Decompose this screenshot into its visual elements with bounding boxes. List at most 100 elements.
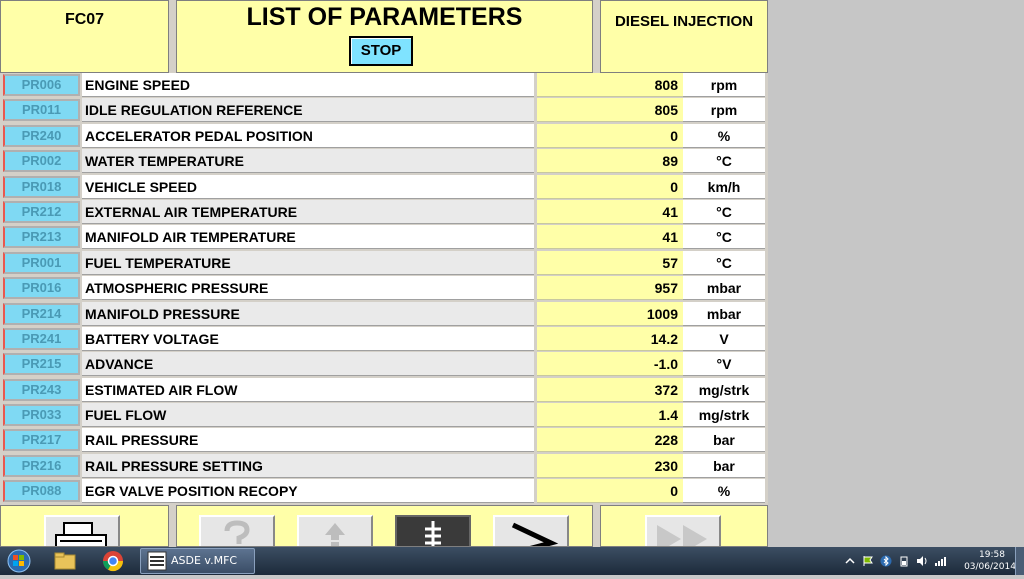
parameter-row: PR002 WATER TEMPERATURE 89 °C — [0, 149, 768, 174]
clock-date[interactable]: 03/06/2014 — [960, 562, 1020, 572]
parameter-code-button[interactable]: PR006 — [3, 74, 80, 96]
fast-forward-button[interactable] — [645, 515, 721, 546]
show-hidden-icons-button[interactable] — [844, 554, 856, 566]
parameter-name: EGR VALVE POSITION RECOPY — [82, 479, 534, 504]
help-button[interactable] — [199, 515, 275, 546]
parameter-row: PR216 RAIL PRESSURE SETTING 230 bar — [0, 453, 768, 479]
action-center-icon — [863, 556, 873, 566]
volume-icon — [917, 556, 927, 566]
parameter-name: ADVANCE — [82, 352, 534, 377]
parameter-code-button[interactable]: PR213 — [3, 226, 80, 249]
network-icon — [935, 557, 946, 566]
chrome-taskbar-button[interactable] — [96, 549, 130, 573]
windows-start-icon — [7, 549, 31, 573]
asde-app-icon — [147, 551, 167, 571]
parameter-value: 1.4 — [537, 403, 683, 428]
parameter-name: ENGINE SPEED — [82, 73, 534, 97]
explorer-taskbar-button[interactable] — [48, 549, 82, 573]
ecu-code-panel: FC07 — [0, 0, 169, 73]
parameter-value: 89 — [537, 149, 683, 174]
parameter-unit: % — [683, 123, 765, 148]
parameter-row: PR006 ENGINE SPEED 808 rpm — [0, 73, 768, 98]
parameter-code-button[interactable]: PR016 — [3, 277, 80, 300]
parameter-name: EXTERNAL AIR TEMPERATURE — [82, 199, 534, 224]
parameter-value: 41 — [537, 225, 683, 250]
parameter-name: ACCELERATOR PEDAL POSITION — [82, 123, 534, 148]
title-panel: LIST OF PARAMETERS STOP — [176, 0, 593, 73]
tray-flag-button[interactable] — [862, 554, 874, 566]
parameter-code-button[interactable]: PR240 — [3, 124, 80, 147]
parameter-row: PR033 FUEL FLOW 1.4 mg/strk — [0, 403, 768, 428]
parameter-name: IDLE REGULATION REFERENCE — [82, 98, 534, 123]
parameter-code-button[interactable]: PR001 — [3, 251, 80, 274]
parameter-name: MANIFOLD AIR TEMPERATURE — [82, 225, 534, 250]
parameter-code-button[interactable]: PR011 — [3, 99, 80, 122]
battery-icon — [900, 556, 908, 567]
parameter-value: 230 — [537, 453, 683, 478]
parameter-name: RAIL PRESSURE — [82, 428, 534, 453]
footer-left-panel — [0, 505, 169, 547]
show-desktop-button[interactable] — [1015, 547, 1024, 575]
parameter-row: PR215 ADVANCE -1.0 °V — [0, 352, 768, 377]
parameter-code-button[interactable]: PR215 — [3, 353, 80, 376]
parameter-code-button[interactable]: PR241 — [3, 327, 80, 350]
parameter-code-button[interactable]: PR088 — [3, 480, 80, 503]
parameter-name: FUEL TEMPERATURE — [82, 250, 534, 275]
parameter-name: WATER TEMPERATURE — [82, 149, 534, 174]
fast-forward-icon — [657, 525, 707, 546]
parameter-unit: mbar — [683, 301, 765, 326]
up-arrow-icon — [325, 523, 345, 546]
parameter-unit: mbar — [683, 276, 765, 301]
parameter-unit: bar — [683, 453, 765, 478]
previous-button[interactable] — [297, 515, 373, 546]
parameter-code-button[interactable]: PR243 — [3, 378, 80, 401]
tray-volume-button[interactable] — [916, 554, 928, 566]
parameter-row: PR011 IDLE REGULATION REFERENCE 805 rpm — [0, 98, 768, 123]
parameter-code-button[interactable]: PR018 — [3, 175, 80, 198]
parameter-name: BATTERY VOLTAGE — [82, 326, 534, 351]
parameter-unit: mg/strk — [683, 403, 765, 428]
asde-taskbar-label: ASDE v.MFC — [171, 554, 238, 567]
parameter-row: PR088 EGR VALVE POSITION RECOPY 0% — [0, 479, 768, 504]
tray-battery-button[interactable] — [898, 554, 910, 567]
parameter-unit: rpm — [683, 98, 765, 123]
clock-time[interactable]: 19:58 — [970, 550, 1014, 560]
parameter-list: PR006 ENGINE SPEED 808 rpm PR011 IDLE REGULAT… — [0, 73, 768, 505]
parameter-row: PR217 RAIL PRESSURE 228 bar — [0, 428, 768, 453]
parameter-value: 57 — [537, 250, 683, 275]
parameter-unit: °C — [683, 149, 765, 174]
stop-button[interactable]: STOP — [349, 36, 413, 66]
next-button[interactable] — [493, 515, 569, 546]
start-button[interactable] — [4, 548, 34, 574]
parameter-row: PR016 ATMOSPHERIC PRESSURE 957 mbar — [0, 276, 768, 301]
parameter-code-button[interactable]: PR214 — [3, 302, 80, 325]
next-arrow-icon — [511, 522, 559, 546]
parameter-unit: °C — [683, 250, 765, 275]
parameter-code-button[interactable]: PR216 — [3, 454, 80, 477]
taskbar: ASDE v.MFC 19:58 03/06/2014 — [0, 547, 1024, 575]
print-button[interactable] — [44, 515, 120, 546]
bluetooth-icon — [880, 555, 892, 567]
asde-window: FC07 LIST OF PARAMETERS STOP DIESEL INJE… — [0, 0, 768, 547]
parameter-row: PR001 FUEL TEMPERATURE 57 °C — [0, 250, 768, 276]
parameter-unit: km/h — [683, 174, 765, 199]
parameter-code-button[interactable]: PR002 — [3, 150, 80, 173]
parameter-unit: °V — [683, 352, 765, 377]
parameter-code-button[interactable]: PR217 — [3, 429, 80, 452]
parameter-unit: bar — [683, 428, 765, 453]
parameter-row: PR243 ESTIMATED AIR FLOW 372 mg/strk — [0, 377, 768, 403]
parameter-unit: °C — [683, 225, 765, 250]
asde-taskbar-button[interactable]: ASDE v.MFC — [140, 548, 255, 574]
help-icon — [224, 520, 250, 544]
parameter-value: 228 — [537, 428, 683, 453]
parameter-unit: °C — [683, 199, 765, 224]
parameter-value: 1009 — [537, 301, 683, 326]
tray-network-button[interactable] — [934, 554, 946, 566]
parameter-code-button[interactable]: PR033 — [3, 404, 80, 427]
parameter-value: 957 — [537, 276, 683, 301]
system-name: DIESEL INJECTION — [614, 13, 754, 30]
list-button[interactable] — [395, 515, 471, 546]
parameter-value: 372 — [537, 377, 683, 402]
tray-bluetooth-button[interactable] — [880, 554, 892, 567]
parameter-code-button[interactable]: PR212 — [3, 200, 80, 223]
